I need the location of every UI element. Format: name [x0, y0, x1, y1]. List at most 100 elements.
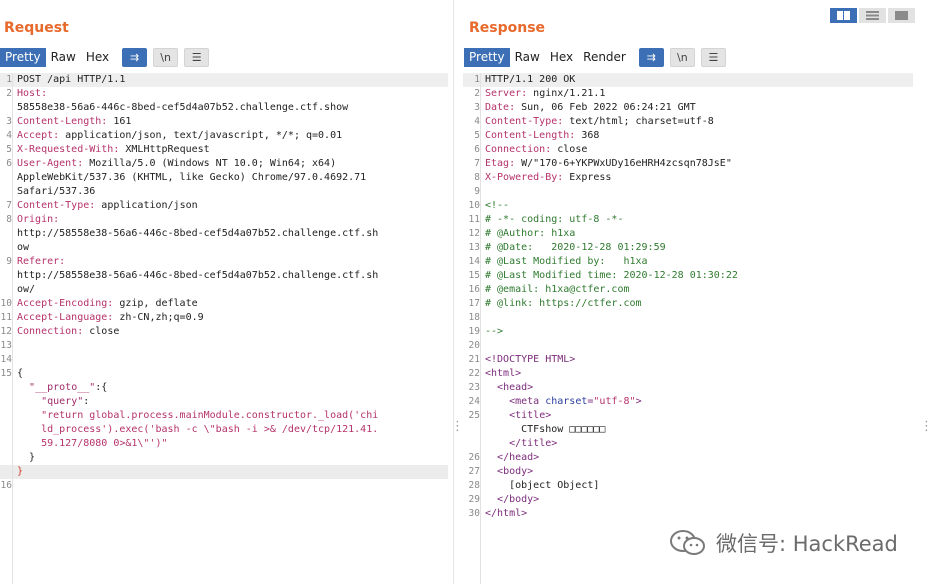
line-number: 4	[6, 130, 12, 141]
code-token: </head>	[497, 452, 540, 463]
request-code-line: 4 Accept: application/json, text/javascri…	[0, 129, 448, 143]
request-show-newlines-button[interactable]: \n	[153, 48, 179, 67]
line-number: 14	[0, 354, 12, 365]
response-code-line: 17 # @link: https://ctfer.com	[463, 297, 913, 311]
request-tab-hex[interactable]: Hex	[81, 48, 114, 67]
pane-divider[interactable]	[453, 0, 454, 584]
line-number: 24	[468, 396, 480, 407]
line-code: X-Requested-With: XMLHttpRequest	[12, 143, 210, 157]
layout-side-by-side-button[interactable]	[830, 8, 857, 23]
code-token: http://58558e38-56a6-446c-8bed-cef5d4a07…	[17, 228, 379, 239]
line-code: ow	[12, 241, 29, 255]
line-code: "__proto__":{	[12, 381, 107, 395]
menu-icon: ☰	[708, 51, 719, 64]
line-number	[0, 241, 12, 255]
line-code: Etag: W/"170-6+YKPWxUDy16eHRH4zcsqn78JsE…	[480, 157, 732, 171]
response-menu-button[interactable]: ☰	[700, 48, 726, 67]
request-tab-pretty[interactable]: Pretty	[0, 48, 46, 67]
response-code-line: 14 # @Last Modified by: h1xa	[463, 255, 913, 269]
line-code: # @Last Modified time: 2020-12-28 01:30:…	[480, 269, 738, 283]
code-token: close	[83, 326, 120, 337]
code-token: # -*- coding: utf-8 -*-	[485, 214, 624, 225]
response-editor[interactable]: 1 HTTP/1.1 200 OK 2 Server: nginx/1.21.1 3 Da…	[463, 73, 913, 584]
line-code: http://58558e38-56a6-446c-8bed-cef5d4a07…	[12, 269, 378, 283]
line-code: </html>	[480, 507, 527, 521]
request-menu-button[interactable]: ☰	[184, 48, 210, 67]
line-code: "query":	[12, 395, 89, 409]
code-token: </html>	[485, 508, 528, 519]
line-code: Accept-Encoding: gzip, deflate	[12, 297, 198, 311]
code-token: charset	[545, 396, 588, 407]
line-number: 20	[468, 340, 480, 351]
request-code-line: 9 Referer:	[0, 255, 448, 269]
line-number: 10	[468, 200, 480, 211]
line-number	[0, 227, 12, 241]
line-number: 19	[468, 326, 480, 337]
response-tab-render[interactable]: Render	[578, 48, 631, 67]
response-code-line: 13 # @Date: 2020-12-28 01:29:59	[463, 241, 913, 255]
code-token: <head>	[497, 382, 534, 393]
line-code: <head>	[480, 381, 533, 395]
code-token: X-Requested-With:	[17, 144, 120, 155]
line-code: # @Date: 2020-12-28 01:29:59	[480, 241, 666, 255]
code-token: close	[551, 144, 588, 155]
line-number: 12	[0, 326, 12, 337]
line-number: 3	[474, 102, 480, 113]
code-token: # @Author: h1xa	[485, 228, 576, 239]
line-code: </body>	[480, 493, 539, 507]
request-tab-raw[interactable]: Raw	[46, 48, 81, 67]
line-number	[0, 465, 12, 479]
response-resize-grip-icon[interactable]: ⋮	[920, 420, 933, 433]
response-show-newlines-button[interactable]: \n	[669, 48, 695, 67]
response-tab-pretty[interactable]: Pretty	[464, 48, 510, 67]
request-lines: 1 POST /api HTTP/1.1 2 Host: 58558e38-56a6-4…	[0, 73, 448, 493]
line-number	[0, 451, 12, 465]
code-token: }	[17, 452, 36, 463]
layout-tabs-button[interactable]	[888, 8, 915, 23]
code-token: -->	[485, 326, 504, 337]
code-token: zh-CN,zh;q=0.9	[113, 312, 204, 323]
code-token: :	[83, 396, 90, 407]
response-code-line: 19 -->	[463, 325, 913, 339]
code-token: :{	[95, 382, 108, 393]
code-token: gzip, deflate	[113, 298, 198, 309]
line-number: 7	[474, 158, 480, 169]
line-code: Content-Length: 161	[12, 115, 131, 129]
request-code-line: 5 X-Requested-With: XMLHttpRequest	[0, 143, 448, 157]
request-code-line: Safari/537.36	[0, 185, 448, 199]
line-number: 16	[468, 284, 480, 295]
response-code-line: 23 <head>	[463, 381, 913, 395]
code-token: Connection:	[17, 326, 84, 337]
line-code: <!DOCTYPE HTML>	[480, 353, 575, 367]
request-wrap-lines-button[interactable]: ⇉	[122, 48, 148, 67]
line-number	[0, 395, 12, 409]
response-code-line: 4 Content-Type: text/html; charset=utf-8	[463, 115, 913, 129]
line-number: 22	[468, 368, 480, 379]
code-token: AppleWebKit/537.36 (KHTML, like Gecko) C…	[17, 172, 367, 183]
line-number: 27	[468, 466, 480, 477]
code-token: Connection:	[485, 144, 552, 155]
response-tab-raw[interactable]: Raw	[510, 48, 545, 67]
response-tab-hex[interactable]: Hex	[545, 48, 578, 67]
line-number: 7	[6, 200, 12, 211]
line-number: 9	[474, 186, 480, 197]
code-token: <title>	[509, 410, 552, 421]
request-code-line: 2 Host:	[0, 87, 448, 101]
line-code: }	[12, 465, 23, 479]
line-number: 14	[468, 256, 480, 267]
layout-stacked-button[interactable]	[859, 8, 886, 23]
columns-icon	[837, 11, 850, 20]
line-number: 26	[468, 452, 480, 463]
line-number: 11	[0, 312, 12, 323]
response-code-line: 16 # @email: h1xa@ctfer.com	[463, 283, 913, 297]
request-editor[interactable]: 1 POST /api HTTP/1.1 2 Host: 58558e38-56a6-4…	[0, 73, 448, 584]
code-token: Date:	[485, 102, 516, 113]
response-code-line: 15 # @Last Modified time: 2020-12-28 01:3…	[463, 269, 913, 283]
request-code-line: }	[0, 465, 448, 479]
response-wrap-lines-button[interactable]: ⇉	[638, 48, 664, 67]
line-code: <meta charset="utf-8">	[480, 395, 642, 409]
line-number	[0, 101, 12, 115]
response-code-line: 25 <title>	[463, 409, 913, 423]
